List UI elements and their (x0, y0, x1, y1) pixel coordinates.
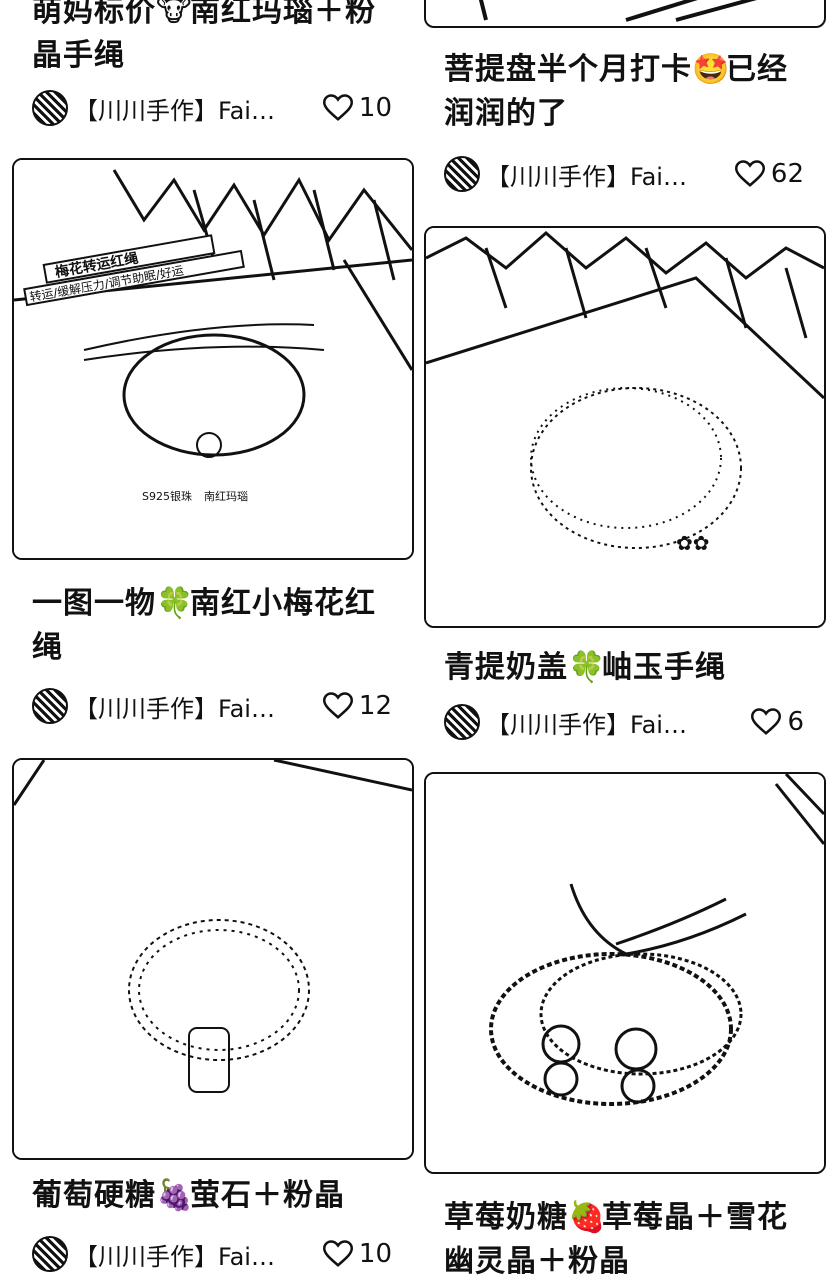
bracelet-photo: ✿✿ (426, 228, 824, 626)
card-image[interactable] (424, 0, 826, 28)
like-count: 10 (358, 1239, 392, 1269)
card-meta: 【川川手作】Fairy h... 6 (444, 702, 804, 742)
heart-icon (322, 94, 353, 121)
card-meta: 【川川手作】Fairy... 62 (444, 154, 804, 194)
like-button[interactable]: 10 (322, 93, 392, 123)
card-title-text: 菩提盘半个月打卡 (444, 52, 692, 87)
emoji-icon: 🍀 (568, 650, 607, 685)
emoji-icon: 🤩 (692, 52, 731, 87)
card-title-text: 一图一物 (32, 586, 156, 621)
card-title-text: 萌妈标价 (32, 0, 156, 29)
avatar[interactable] (32, 90, 68, 126)
bracelet-photo (478, 0, 757, 22)
avatar[interactable] (444, 704, 480, 740)
like-button[interactable]: 10 (322, 1239, 392, 1269)
heart-icon (322, 692, 353, 719)
bracelet-photo (14, 760, 412, 1158)
card-meta: 【川川手作】Fairy... 10 (32, 1234, 392, 1274)
emoji-icon: 🍓 (568, 1200, 607, 1235)
emoji-icon: 🐮 (156, 0, 193, 29)
card-image[interactable] (424, 772, 826, 1174)
like-button[interactable]: 6 (751, 707, 804, 737)
author-name[interactable]: 【川川手作】Fairy... (486, 157, 696, 192)
author-name[interactable]: 【川川手作】Fairy h... (486, 705, 696, 740)
card-title[interactable]: 青提奶盖🍀岫玉手绳 (444, 646, 804, 690)
card-title-text: 萤石＋粉晶 (190, 1178, 345, 1213)
card-image[interactable] (12, 758, 414, 1160)
avatar[interactable] (32, 1236, 68, 1272)
card-title[interactable]: 菩提盘半个月打卡🤩已经润润的了 (444, 48, 804, 136)
product-tag: 南红玛瑙 (204, 490, 248, 503)
bracelet-photo: 梅花转运红绳 转运/缓解压力/调节助眠/好运 S925银珠 南红玛瑙 (14, 160, 412, 558)
heart-icon (734, 160, 765, 187)
like-count: 12 (358, 691, 392, 721)
emoji-icon: 🍇 (156, 1178, 195, 1213)
card-meta: 【川川手作】Fairy... 12 (32, 686, 392, 726)
heart-icon (322, 1240, 353, 1267)
heart-icon (751, 708, 782, 735)
card-title[interactable]: 一图一物🍀南红小梅花红绳 (32, 582, 392, 670)
like-count: 10 (358, 93, 392, 123)
card-image[interactable]: 梅花转运红绳 转运/缓解压力/调节助眠/好运 S925银珠 南红玛瑙 (12, 158, 414, 560)
like-button[interactable]: 12 (322, 691, 392, 721)
card-title-text: 草莓奶糖 (444, 1200, 568, 1235)
author-name[interactable]: 【川川手作】Fairy... (74, 689, 284, 724)
avatar[interactable] (444, 156, 480, 192)
bracelet-photo (426, 774, 824, 1172)
card-title-text: 葡萄硬糖 (32, 1178, 156, 1213)
like-button[interactable]: 62 (734, 159, 804, 189)
card-title[interactable]: 萌妈标价🐮南红玛瑙＋粉晶手绳 (32, 0, 392, 78)
card-title[interactable]: 葡萄硬糖🍇萤石＋粉晶 (32, 1174, 392, 1218)
author-name[interactable]: 【川川手作】Fairy... (74, 91, 284, 126)
product-tag: S925银珠 (142, 489, 192, 503)
svg-text:✿✿: ✿✿ (676, 531, 710, 555)
card-title-text: 岫玉手绳 (602, 650, 726, 685)
emoji-icon: 🍀 (156, 586, 195, 621)
card-image[interactable]: ✿✿ (424, 226, 826, 628)
card-title[interactable]: 草莓奶糖🍓草莓晶＋雪花幽灵晶＋粉晶 (444, 1196, 804, 1284)
like-count: 6 (787, 707, 804, 737)
card-meta: 【川川手作】Fairy... 10 (32, 88, 392, 128)
avatar[interactable] (32, 688, 68, 724)
like-count: 62 (770, 159, 804, 189)
author-name[interactable]: 【川川手作】Fairy... (74, 1237, 284, 1272)
card-title-text: 青提奶盖 (444, 650, 568, 685)
